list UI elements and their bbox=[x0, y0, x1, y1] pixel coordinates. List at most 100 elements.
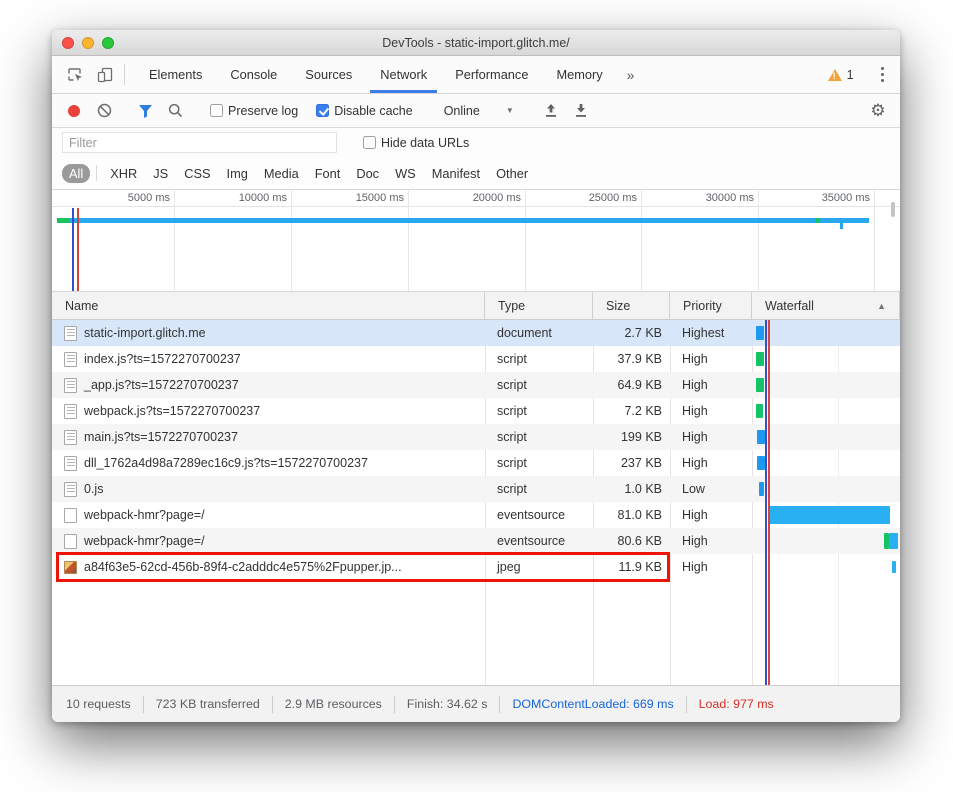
record-button[interactable] bbox=[60, 98, 88, 124]
tab-memory[interactable]: Memory bbox=[542, 56, 616, 93]
cell-type: eventsource bbox=[485, 502, 593, 528]
waterfall-bar bbox=[768, 506, 890, 524]
hide-data-urls-checkbox[interactable]: Hide data URLs bbox=[355, 136, 477, 150]
filter-pill-img[interactable]: Img bbox=[220, 164, 255, 183]
checkbox-unchecked-icon bbox=[363, 136, 376, 149]
column-header-priority[interactable]: Priority bbox=[670, 292, 752, 320]
cell-priority: High bbox=[670, 554, 752, 580]
sort-ascending-icon[interactable]: ▲ bbox=[877, 301, 886, 311]
overview-green-dot bbox=[815, 218, 820, 223]
chevron-down-icon: ▼ bbox=[506, 106, 514, 115]
request-row[interactable]: main.js?ts=1572270700237script199 KBHigh bbox=[52, 424, 900, 450]
cell-waterfall bbox=[752, 424, 900, 450]
disable-cache-checkbox[interactable]: Disable cache bbox=[308, 104, 421, 118]
tab-sources[interactable]: Sources bbox=[291, 56, 366, 93]
zoom-window-button[interactable] bbox=[102, 37, 114, 49]
minimize-window-button[interactable] bbox=[82, 37, 94, 49]
filter-icon[interactable] bbox=[131, 98, 159, 124]
overview-gridline bbox=[174, 190, 175, 291]
request-row[interactable]: _app.js?ts=1572270700237script64.9 KBHig… bbox=[52, 372, 900, 398]
clear-button[interactable] bbox=[90, 98, 118, 124]
tab-console[interactable]: Console bbox=[216, 56, 291, 93]
overview-dcl-marker bbox=[72, 208, 74, 291]
status-item: 723 KB transferred bbox=[144, 696, 273, 713]
file-lines bbox=[67, 381, 75, 390]
filter-pill-xhr[interactable]: XHR bbox=[103, 164, 144, 183]
request-row[interactable]: a84f63e5-62cd-456b-89f4-c2adddc4e575%2Fp… bbox=[52, 554, 900, 580]
cell-waterfall bbox=[752, 320, 900, 346]
request-row[interactable]: webpack-hmr?page=/eventsource80.6 KBHigh bbox=[52, 528, 900, 554]
cell-priority: High bbox=[670, 398, 752, 424]
status-item: 2.9 MB resources bbox=[273, 696, 395, 713]
cell-priority: High bbox=[670, 424, 752, 450]
overview-load-marker bbox=[77, 208, 79, 291]
cell-priority: High bbox=[670, 450, 752, 476]
request-row[interactable]: webpack.js?ts=1572270700237script7.2 KBH… bbox=[52, 398, 900, 424]
devtools-menu-icon[interactable] bbox=[871, 67, 894, 82]
tab-performance[interactable]: Performance bbox=[441, 56, 542, 93]
cell-type: script bbox=[485, 372, 593, 398]
status-item: 10 requests bbox=[52, 696, 144, 713]
cell-type: script bbox=[485, 398, 593, 424]
filter-pill-other[interactable]: Other bbox=[489, 164, 535, 183]
requests-table-body: static-import.glitch.medocument2.7 KBHig… bbox=[52, 320, 900, 685]
network-toolbar: Preserve log Disable cache Online ▼ ⚙ bbox=[52, 94, 900, 128]
request-row[interactable]: 0.jsscript1.0 KBLow bbox=[52, 476, 900, 502]
checkbox-checked-icon bbox=[316, 104, 329, 117]
warnings-indicator[interactable]: 1 bbox=[820, 68, 862, 82]
filter-pill-ws[interactable]: WS bbox=[388, 164, 423, 183]
device-toolbar-icon[interactable] bbox=[90, 56, 120, 93]
filter-pill-media[interactable]: Media bbox=[257, 164, 306, 183]
column-header-type[interactable]: Type bbox=[485, 292, 593, 320]
file-lines bbox=[67, 433, 75, 442]
filter-pill-all[interactable]: All bbox=[62, 164, 90, 183]
filter-pill-doc[interactable]: Doc bbox=[349, 164, 386, 183]
export-har-icon[interactable] bbox=[567, 98, 595, 124]
search-icon[interactable] bbox=[161, 98, 189, 124]
tab-elements[interactable]: Elements bbox=[135, 56, 216, 93]
file-lines bbox=[67, 355, 75, 364]
network-overview[interactable]: 5000 ms10000 ms15000 ms20000 ms25000 ms3… bbox=[52, 190, 900, 292]
settings-gear-icon[interactable]: ⚙ bbox=[864, 98, 892, 124]
cell-size: 81.0 KB bbox=[593, 502, 670, 528]
cell-name: static-import.glitch.me bbox=[52, 320, 485, 346]
request-name: webpack.js?ts=1572270700237 bbox=[84, 404, 260, 418]
overview-gridline bbox=[291, 190, 292, 291]
overview-gridline bbox=[525, 190, 526, 291]
close-window-button[interactable] bbox=[62, 37, 74, 49]
cell-size: 64.9 KB bbox=[593, 372, 670, 398]
cell-name: index.js?ts=1572270700237 bbox=[52, 346, 485, 372]
waterfall-bar bbox=[756, 404, 763, 418]
inspect-element-icon[interactable] bbox=[60, 56, 90, 93]
throttling-value: Online bbox=[444, 104, 480, 118]
request-row[interactable]: static-import.glitch.medocument2.7 KBHig… bbox=[52, 320, 900, 346]
overview-scrollbar-thumb[interactable] bbox=[891, 202, 895, 217]
document-icon bbox=[64, 430, 77, 445]
filter-pill-css[interactable]: CSS bbox=[177, 164, 217, 183]
filter-input[interactable] bbox=[62, 132, 337, 153]
tab-network[interactable]: Network bbox=[366, 56, 441, 93]
request-name: main.js?ts=1572270700237 bbox=[84, 430, 238, 444]
overview-tick-label: 5000 ms bbox=[60, 192, 170, 204]
throttling-dropdown[interactable]: Online ▼ bbox=[434, 104, 524, 118]
column-header-size[interactable]: Size bbox=[593, 292, 670, 320]
cell-priority: High bbox=[670, 346, 752, 372]
cell-type: script bbox=[485, 450, 593, 476]
cell-size: 11.9 KB bbox=[593, 554, 670, 580]
preserve-log-checkbox[interactable]: Preserve log bbox=[202, 104, 306, 118]
document-icon bbox=[64, 482, 77, 497]
import-har-icon[interactable] bbox=[537, 98, 565, 124]
filter-pill-manifest[interactable]: Manifest bbox=[425, 164, 487, 183]
request-name: static-import.glitch.me bbox=[84, 326, 206, 340]
dcl-marker-line bbox=[765, 320, 767, 685]
request-row[interactable]: index.js?ts=1572270700237script37.9 KBHi… bbox=[52, 346, 900, 372]
filter-pill-js[interactable]: JS bbox=[146, 164, 175, 183]
request-name: 0.js bbox=[84, 482, 103, 496]
filter-pill-font[interactable]: Font bbox=[308, 164, 348, 183]
request-row[interactable]: webpack-hmr?page=/eventsource81.0 KBHigh bbox=[52, 502, 900, 528]
more-tabs-button[interactable]: » bbox=[617, 56, 645, 93]
request-row[interactable]: dll_1762a4d98a7289ec16c9.js?ts=157227070… bbox=[52, 450, 900, 476]
column-header-name[interactable]: Name bbox=[52, 292, 485, 320]
waterfall-bar bbox=[756, 326, 764, 340]
document-icon bbox=[64, 352, 77, 367]
